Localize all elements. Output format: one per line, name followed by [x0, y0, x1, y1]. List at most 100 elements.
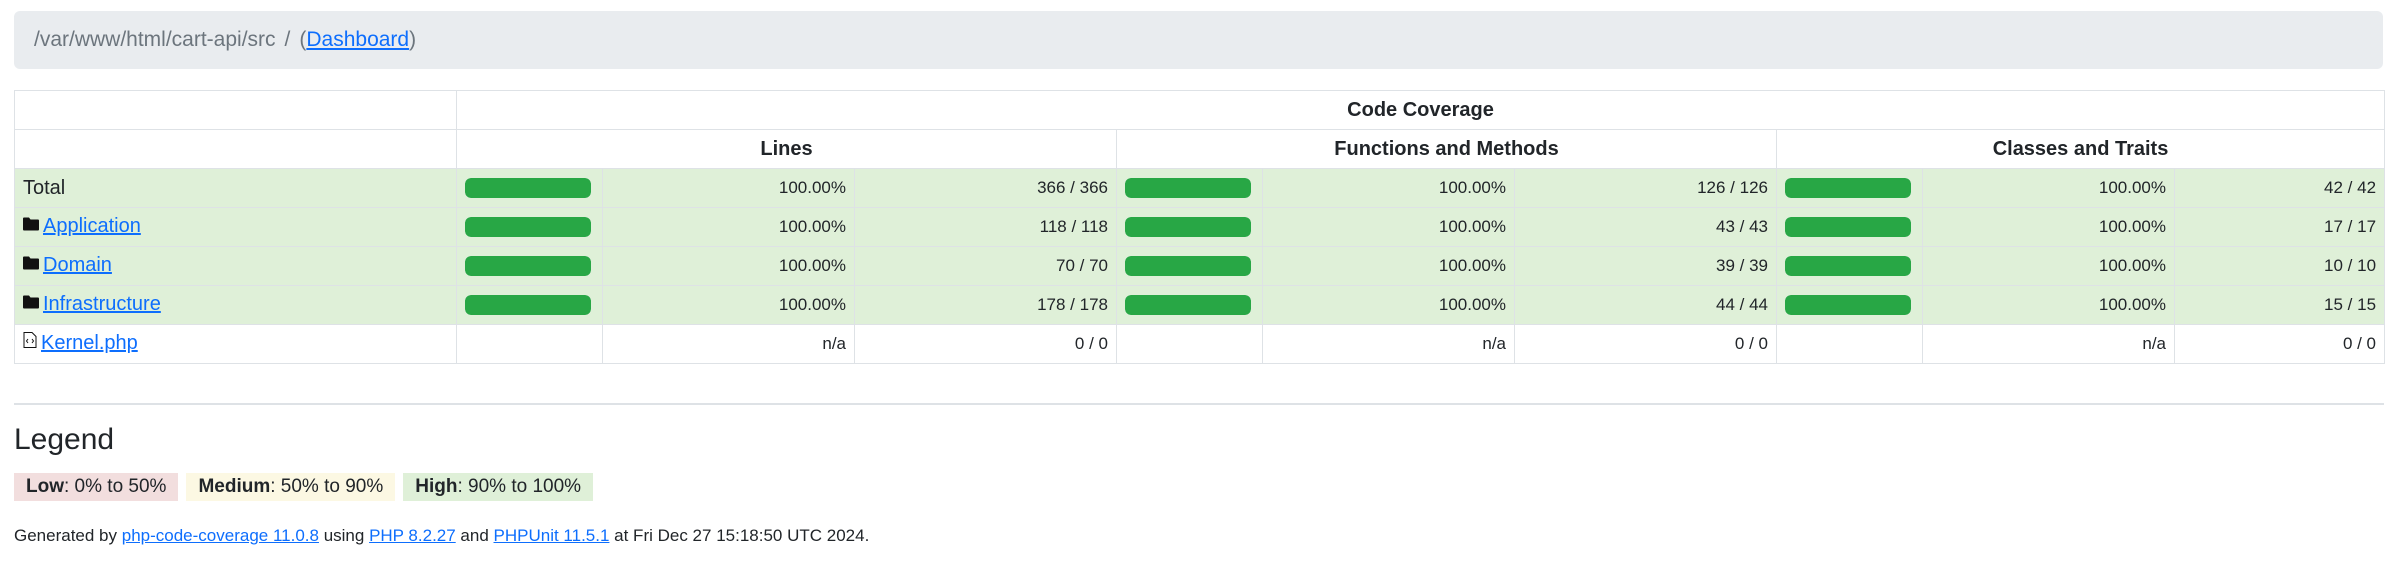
lines-bar-cell [456, 168, 603, 208]
php-code-coverage-link[interactable]: php-code-coverage 11.0.8 [122, 526, 319, 545]
header-empty-cell [14, 90, 457, 130]
row-link[interactable]: Infrastructure [43, 293, 161, 315]
table-row: Total 100.00% 366 / 366 100.00% 126 / 126 100… [14, 168, 2386, 208]
lines-progress-fill [465, 256, 591, 276]
classes-bar-cell [1776, 168, 1923, 208]
footer: Generated by php-code-coverage 11.0.8 us… [14, 526, 869, 546]
row-name-cell: Application [14, 207, 457, 247]
breadcrumb-separator: / [284, 28, 291, 51]
legend: Low: 0% to 50% Medium: 50% to 90% High: 90… [14, 473, 601, 501]
code-file-icon [23, 331, 37, 354]
classes-ratio: 15 / 15 [2173, 285, 2386, 325]
coverage-table: Code Coverage Lines Functions and Method… [14, 90, 2386, 364]
functions-bar-cell [1116, 285, 1263, 325]
lines-bar-cell [456, 207, 603, 247]
column-header-classes: Classes and Traits [1775, 129, 2386, 169]
legend-low: Low: 0% to 50% [14, 473, 179, 501]
table-row: Infrastructure 100.00% 178 / 178 100.00% 44 … [14, 285, 2386, 325]
lines-progress-bar [465, 256, 591, 276]
lines-progress-fill [465, 217, 591, 237]
row-name-cell: Domain [14, 246, 457, 286]
functions-percent: 100.00% [1262, 246, 1515, 286]
functions-progress-fill [1125, 217, 1251, 237]
functions-bar-cell [1116, 168, 1263, 208]
row-link[interactable]: Kernel.php [41, 332, 138, 354]
classes-percent: 100.00% [1922, 285, 2175, 325]
lines-ratio: 366 / 366 [854, 168, 1117, 208]
lines-bar-cell [456, 324, 603, 364]
lines-progress-bar [465, 295, 591, 315]
functions-progress-bar [1125, 295, 1251, 315]
functions-progress-fill [1125, 295, 1251, 315]
legend-title: Legend [14, 423, 115, 456]
breadcrumb: /var/www/html/cart-api/src / (Dashboard) [14, 11, 2383, 69]
lines-bar-cell [456, 246, 603, 286]
footer-suffix: at Fri Dec 27 15:18:50 UTC 2024. [609, 526, 870, 545]
classes-progress-bar [1785, 256, 1911, 276]
lines-percent: 100.00% [602, 207, 855, 247]
classes-bar-cell [1776, 324, 1923, 364]
functions-progress-bar [1125, 256, 1251, 276]
footer-prefix: Generated by [14, 526, 122, 545]
functions-percent: n/a [1262, 324, 1515, 364]
classes-percent: 100.00% [1922, 207, 2175, 247]
classes-progress-bar [1785, 217, 1911, 237]
functions-percent: 100.00% [1262, 207, 1515, 247]
lines-percent: n/a [602, 324, 855, 364]
table-row: Application 100.00% 118 / 118 100.00% 43 / 4… [14, 207, 2386, 247]
row-name: Total [23, 176, 66, 199]
legend-high: High: 90% to 100% [403, 473, 594, 501]
row-name-cell: Total [14, 168, 457, 208]
breadcrumb-close-paren: ) [409, 28, 417, 51]
functions-percent: 100.00% [1262, 168, 1515, 208]
phpunit-link[interactable]: PHPUnit 11.5.1 [494, 526, 610, 545]
footer-and: and [455, 526, 494, 545]
code-coverage-header: Code Coverage [455, 90, 2386, 130]
functions-ratio: 43 / 43 [1514, 207, 1777, 247]
legend-low-label: Low [26, 476, 64, 497]
legend-medium: Medium: 50% to 90% [186, 473, 396, 501]
dashboard-link[interactable]: Dashboard [306, 28, 409, 51]
breadcrumb-path: /var/www/html/cart-api/src [34, 28, 276, 51]
header-empty-cell [14, 129, 457, 169]
legend-medium-range: : 50% to 90% [270, 476, 384, 497]
folder-icon [23, 292, 39, 315]
column-header-lines: Lines [456, 129, 1117, 169]
functions-ratio: 44 / 44 [1514, 285, 1777, 325]
row-link[interactable]: Domain [43, 254, 112, 276]
lines-bar-cell [456, 285, 603, 325]
lines-progress-fill [465, 295, 591, 315]
classes-ratio: 42 / 42 [2173, 168, 2386, 208]
functions-bar-cell [1116, 207, 1263, 247]
functions-progress-fill [1125, 178, 1251, 198]
folder-icon [23, 253, 39, 276]
table-row: Kernel.php n/a 0 / 0 n/a 0 / 0 n/a 0 / 0 [14, 324, 2386, 364]
legend-medium-label: Medium [198, 476, 271, 497]
functions-percent: 100.00% [1262, 285, 1515, 325]
lines-percent: 100.00% [602, 285, 855, 325]
coverage-report-page: /var/www/html/cart-api/src / (Dashboard) C… [0, 0, 2393, 561]
row-name-cell: Kernel.php [14, 324, 457, 364]
classes-progress-fill [1785, 217, 1911, 237]
functions-bar-cell [1116, 324, 1263, 364]
functions-bar-cell [1116, 246, 1263, 286]
classes-percent: 100.00% [1922, 246, 2175, 286]
table-row: Domain 100.00% 70 / 70 100.00% 39 / 39 100.00… [14, 246, 2386, 286]
legend-high-label: High [415, 476, 458, 497]
row-name-cell: Infrastructure [14, 285, 457, 325]
php-version-link[interactable]: PHP 8.2.27 [369, 526, 456, 545]
functions-ratio: 126 / 126 [1514, 168, 1777, 208]
legend-low-range: : 0% to 50% [64, 476, 167, 497]
classes-ratio: 0 / 0 [2173, 324, 2386, 364]
legend-high-range: : 90% to 100% [457, 476, 582, 497]
lines-percent: 100.00% [602, 246, 855, 286]
lines-progress-fill [465, 178, 591, 198]
classes-ratio: 17 / 17 [2173, 207, 2386, 247]
classes-ratio: 10 / 10 [2173, 246, 2386, 286]
classes-percent: n/a [1922, 324, 2175, 364]
row-link[interactable]: Application [43, 215, 141, 237]
classes-bar-cell [1776, 285, 1923, 325]
header-row-columns: Lines Functions and Methods Classes and … [14, 129, 2386, 169]
header-row-top: Code Coverage [14, 90, 2386, 130]
lines-ratio: 70 / 70 [854, 246, 1117, 286]
